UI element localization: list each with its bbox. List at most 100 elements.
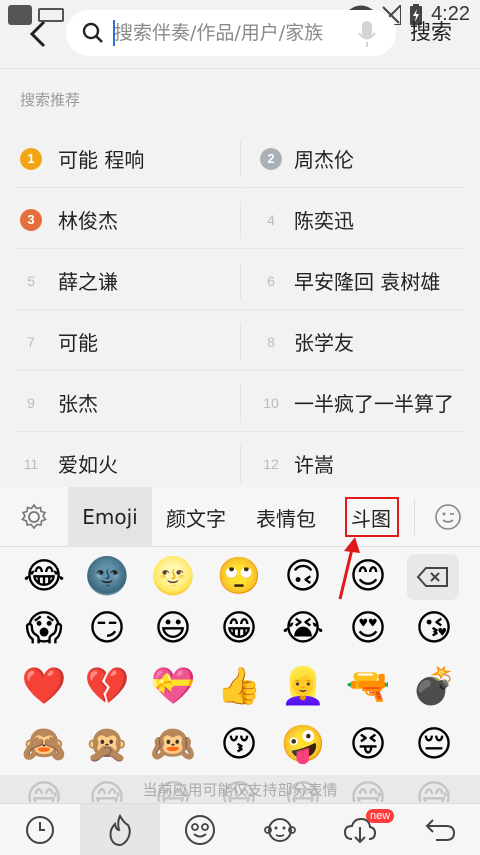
suggestion-item[interactable]: 10 一半疯了一半算了: [242, 374, 466, 432]
recent-tab[interactable]: [0, 804, 80, 855]
suggestion-row: 3 林俊杰 4 陈奕迅: [0, 191, 480, 251]
rank-number: 12: [263, 455, 279, 472]
suggestion-text: 可能: [58, 331, 98, 355]
emoji-key[interactable]: 😃: [143, 599, 203, 659]
emoji-key[interactable]: 👍: [209, 657, 269, 717]
emoji-keyboard: Emoji 颜文字 表情包 斗图 😂 🌚 🌝 🙄 🙃 😊 😱 😏 😃 😁 😭 😍…: [0, 487, 480, 855]
rank-badge: 1: [20, 147, 42, 170]
suggestion-text: 张学友: [294, 331, 354, 355]
compatibility-notice: 当前应用可能仅支持部分表情: [0, 775, 480, 803]
new-badge: new: [366, 809, 395, 823]
annotation-arrow-icon: [338, 537, 360, 600]
header-divider: [0, 68, 480, 69]
keyboard-bottom-bar: [0, 803, 480, 855]
column-divider: [240, 384, 241, 422]
suggestion-text: 许嵩: [294, 453, 334, 477]
return-tab[interactable]: [400, 804, 480, 855]
emoji-grid: 😂 🌚 🌝 🙄 🙃 😊 😱 😏 😃 😁 😭 😍 😘 ❤️ 💔 💝 👍 👱‍♀️ …: [0, 547, 480, 802]
hot-tab[interactable]: [80, 804, 160, 855]
emoji-key[interactable]: 😏: [77, 599, 137, 659]
rank-badge: 2: [260, 147, 282, 170]
silly-face-icon: [185, 815, 215, 845]
suggestion-item[interactable]: 7 可能: [14, 313, 239, 371]
suggestion-row: 7 可能 8 张学友: [0, 313, 480, 373]
emoji-key[interactable]: 😘: [404, 599, 464, 659]
emoji-key[interactable]: 👱‍♀️: [273, 657, 333, 717]
suggestion-item[interactable]: 5 薛之谦: [14, 252, 239, 310]
emoji-key[interactable]: 🙈: [14, 715, 74, 775]
suggestion-text: 薛之谦: [58, 270, 118, 294]
column-divider: [240, 140, 241, 178]
tab-emoji[interactable]: Emoji: [68, 487, 152, 547]
section-title: 搜索推荐: [20, 91, 81, 109]
suggestion-item[interactable]: 2 周杰伦: [242, 130, 466, 188]
emoji-key[interactable]: 😱: [14, 599, 74, 659]
emoji-face-tab[interactable]: [160, 804, 240, 855]
emoji-key[interactable]: 😝: [338, 715, 398, 775]
emoji-key[interactable]: 🌝: [143, 547, 203, 607]
suggestion-item[interactable]: 9 张杰: [14, 374, 239, 432]
emoji-key[interactable]: ❤️: [14, 657, 74, 717]
suggestion-item[interactable]: 1 可能 程响: [14, 130, 239, 188]
emoji-key[interactable]: 🙃: [273, 547, 333, 607]
emoji-key[interactable]: 😔: [404, 715, 464, 775]
tab-stickers[interactable]: 表情包: [240, 487, 332, 547]
rank-number: 8: [267, 333, 275, 350]
suggestion-row: 9 张杰 10 一半疯了一半算了: [0, 374, 480, 434]
column-divider: [240, 445, 241, 483]
emoji-key[interactable]: 🙉: [143, 715, 203, 775]
gear-icon[interactable]: [20, 503, 48, 531]
column-divider: [240, 201, 241, 239]
suggestion-item[interactable]: 12 许嵩: [242, 435, 466, 493]
suggestion-item[interactable]: 11 爱如火: [14, 435, 239, 493]
emoji-key[interactable]: 😁: [209, 599, 269, 659]
suggestion-text: 早安隆回 袁树雄: [294, 270, 441, 294]
suggestion-text: 一半疯了一半算了: [294, 392, 454, 416]
suggestion-text: 可能 程响: [58, 148, 145, 172]
emoji-key[interactable]: 💔: [77, 657, 137, 717]
suggestion-item[interactable]: 6 早安隆回 袁树雄: [242, 252, 466, 310]
emoji-key[interactable]: 🤪: [273, 715, 333, 775]
emoji-key[interactable]: 🌚: [77, 547, 137, 607]
tab-kaomoji[interactable]: 颜文字: [152, 487, 240, 547]
emoji-key[interactable]: 😚: [209, 715, 269, 775]
emoji-key[interactable]: 💝: [143, 657, 203, 717]
suggestion-item[interactable]: 8 张学友: [242, 313, 466, 371]
column-divider: [240, 323, 241, 361]
backspace-icon: [416, 567, 448, 587]
emoji-key[interactable]: 🔫: [338, 657, 398, 717]
suggestion-row: 11 爱如火 12 许嵩: [0, 435, 480, 495]
emoji-key[interactable]: 😍: [338, 599, 398, 659]
search-box[interactable]: [66, 10, 396, 56]
backspace-button[interactable]: [407, 554, 459, 600]
emoji-key[interactable]: 😭: [273, 599, 333, 659]
suggestion-text: 林俊杰: [58, 209, 118, 233]
clock-icon: [26, 816, 54, 844]
suggestion-text: 张杰: [58, 392, 98, 416]
search-input[interactable]: [114, 18, 344, 48]
search-header: 搜索: [0, 0, 480, 68]
rank-number: 11: [23, 455, 39, 472]
wink-face-icon[interactable]: [434, 503, 462, 531]
emoji-key[interactable]: 🙄: [209, 547, 269, 607]
suggestion-item[interactable]: 4 陈奕迅: [242, 191, 466, 249]
return-arrow-icon: [425, 819, 456, 841]
emoji-key[interactable]: 💣: [404, 657, 464, 717]
search-button[interactable]: 搜索: [410, 16, 452, 46]
rank-number: 9: [27, 394, 35, 411]
suggestion-row: 1 可能 程响 2 周杰伦: [0, 130, 480, 190]
monkey-icon: [264, 818, 296, 842]
back-arrow-icon[interactable]: [22, 14, 56, 54]
suggestion-row: 5 薛之谦 6 早安隆回 袁树雄: [0, 252, 480, 312]
tab-divider: [414, 499, 415, 535]
animal-tab[interactable]: [240, 804, 320, 855]
microphone-icon[interactable]: [357, 20, 377, 48]
emoji-key[interactable]: 😂: [14, 547, 74, 607]
suggestion-text: 爱如火: [58, 453, 118, 477]
emoji-key[interactable]: 🙊: [77, 715, 137, 775]
rank-number: 10: [263, 394, 279, 411]
search-icon: [82, 22, 103, 43]
suggestion-item[interactable]: 3 林俊杰: [14, 191, 239, 249]
keyboard-tab-bar: Emoji 颜文字 表情包 斗图: [0, 487, 480, 547]
highlight-box: [345, 497, 399, 537]
